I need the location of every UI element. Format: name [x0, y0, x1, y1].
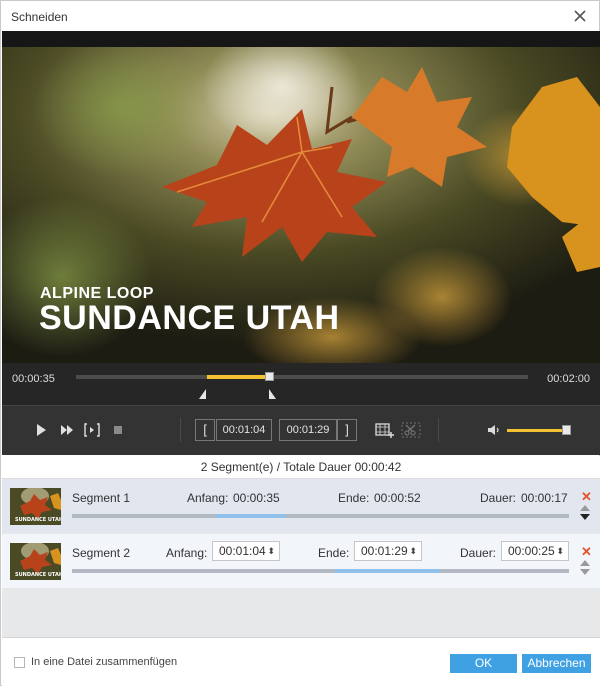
segment-thumbnail: SUNDANCE UTAH [10, 488, 61, 525]
segment-summary: 2 Segment(e) / Totale Dauer 00:00:42 [2, 456, 600, 479]
timeline-track[interactable] [76, 372, 528, 381]
merge-checkbox-label[interactable]: In eine Datei zusammenfügen [31, 656, 177, 668]
play-icon [37, 424, 46, 436]
duration-label: Dauer: [460, 546, 497, 560]
segment-name: Segment 1 [72, 491, 131, 505]
thumbnail-caption: SUNDANCE UTAH [15, 572, 61, 578]
move-up-button[interactable] [580, 560, 590, 566]
title-bar: Schneiden [1, 1, 599, 31]
segment-row[interactable]: SUNDANCE UTAH Segment 2 Anfang: 00:01:04… [2, 534, 600, 588]
segment-start-value: 00:00:35 [233, 491, 280, 505]
fast-forward-icon [61, 425, 73, 435]
segment-name: Segment 2 [72, 546, 131, 560]
end-label: Ende: [338, 491, 370, 505]
control-separator [438, 418, 439, 442]
segment-list: SUNDANCE UTAH Segment 1 Anfang: 00:00:35… [2, 479, 600, 637]
end-label: Ende: [318, 546, 350, 560]
segment-duration-input[interactable]: 00:00:25 ⬍ [501, 541, 569, 561]
end-marker-handle[interactable] [269, 389, 277, 399]
timeline: 00:00:35 00:02:00 [2, 363, 600, 405]
thumbnail-caption: SUNDANCE UTAH [15, 517, 61, 523]
set-start-bracket-icon: [ [203, 422, 207, 437]
segment-range-bar [72, 569, 569, 573]
dialog-footer: In eine Datei zusammenfügen OK Abbrechen [2, 637, 600, 686]
close-icon: ✕ [581, 489, 592, 504]
spinner-arrows-icon[interactable]: ⬍ [556, 542, 564, 560]
play-button[interactable] [32, 421, 50, 439]
delete-segment-button[interactable]: ✕ [581, 489, 592, 505]
close-icon [574, 10, 586, 22]
start-label: Anfang: [166, 546, 208, 560]
segment-end-value: 00:01:29 [361, 544, 408, 558]
segment-start-value: 00:01:04 [219, 544, 266, 558]
move-down-button[interactable] [580, 569, 590, 575]
segment-start-input[interactable]: 00:01:04 ⬍ [212, 541, 280, 561]
start-marker-handle[interactable] [199, 389, 207, 399]
volume-icon [488, 425, 499, 435]
segment-range-fill [216, 514, 286, 518]
segment-range-bar [72, 514, 569, 518]
volume-button[interactable] [486, 421, 504, 439]
segment-duration-value: 00:00:25 [508, 544, 555, 558]
segment-row[interactable]: SUNDANCE UTAH Segment 1 Anfang: 00:00:35… [2, 479, 600, 533]
split-button[interactable] [401, 421, 421, 439]
cancel-button[interactable]: Abbrechen [522, 654, 591, 673]
move-up-button[interactable] [580, 505, 590, 511]
current-time: 00:00:35 [12, 373, 55, 385]
segment-end-value: 00:00:52 [374, 491, 421, 505]
playhead-handle[interactable] [265, 372, 275, 381]
timeline-selection [207, 375, 271, 379]
volume-handle[interactable] [561, 425, 571, 435]
video-overlay-title: SUNDANCE UTAH [39, 299, 340, 337]
cut-dialog: Schneiden ALPINE LOOP SUNDANCE UTAH 00:0… [0, 0, 600, 686]
spinner-arrows-icon[interactable]: ⬍ [409, 542, 417, 560]
frame-step-icon [84, 423, 100, 437]
scissors-icon [401, 422, 421, 438]
merge-checkbox[interactable] [14, 657, 25, 668]
add-segment-icon [375, 423, 394, 438]
control-separator [180, 418, 181, 442]
end-time-field[interactable]: 00:01:29 [279, 419, 337, 441]
stop-button[interactable] [109, 421, 127, 439]
close-icon: ✕ [581, 544, 592, 559]
stop-icon [114, 426, 122, 434]
playback-controls: [ 00:01:04 00:01:29 ] [2, 405, 600, 455]
set-end-button[interactable]: ] [337, 419, 357, 441]
total-time: 00:02:00 [547, 373, 590, 385]
spinner-arrows-icon[interactable]: ⬍ [267, 542, 275, 560]
add-segment-button[interactable] [375, 421, 395, 439]
segment-thumbnail: SUNDANCE UTAH [10, 543, 61, 580]
duration-label: Dauer: [480, 491, 517, 505]
close-button[interactable] [569, 5, 591, 27]
set-end-bracket-icon: ] [345, 422, 349, 437]
start-label: Anfang: [187, 491, 229, 505]
segment-range-fill [335, 569, 440, 573]
ok-button[interactable]: OK [450, 654, 517, 673]
set-start-button[interactable]: [ [195, 419, 215, 441]
move-down-button[interactable] [580, 514, 590, 520]
delete-segment-button[interactable]: ✕ [581, 544, 592, 560]
volume-slider[interactable] [507, 429, 566, 432]
fast-forward-button[interactable] [58, 421, 76, 439]
segment-duration-value: 00:00:17 [521, 491, 568, 505]
frame-step-button[interactable] [83, 421, 101, 439]
dialog-title: Schneiden [11, 10, 68, 24]
video-preview: ALPINE LOOP SUNDANCE UTAH [2, 31, 600, 363]
segment-end-input[interactable]: 00:01:29 ⬍ [354, 541, 422, 561]
start-time-field[interactable]: 00:01:04 [216, 419, 272, 441]
